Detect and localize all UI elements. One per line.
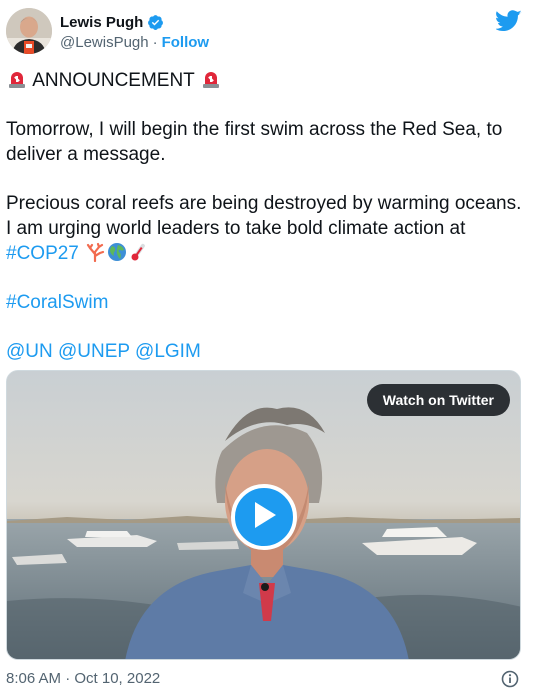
separator-dot: ·: [152, 34, 158, 51]
tweet-body: ANNOUNCEMENT Tomorrow, I will begin the …: [6, 68, 528, 364]
tweet-header: Lewis Pugh @LewisPugh · Follow: [6, 8, 526, 58]
announcement-line: ANNOUNCEMENT: [6, 68, 528, 93]
verified-badge-icon: [147, 14, 164, 31]
tweet-embed: Lewis Pugh @LewisPugh · Follow ANNOUNCEM…: [0, 0, 534, 700]
globe-icon: [107, 242, 127, 262]
info-icon[interactable]: [501, 670, 519, 688]
author-handle-row: @LewisPugh · Follow: [60, 34, 209, 51]
avatar[interactable]: [6, 8, 52, 54]
thermometer-icon: [129, 242, 149, 262]
mention-lgim[interactable]: @LGIM: [135, 341, 201, 362]
video-thumbnail[interactable]: Watch on Twitter: [6, 370, 521, 660]
rotating-light-icon: [7, 69, 27, 89]
coral-icon: [85, 242, 105, 263]
hashtag-cop27[interactable]: #COP27: [6, 243, 79, 264]
rotating-light-icon: [201, 69, 221, 89]
mention-unep[interactable]: @UNEP: [58, 341, 130, 362]
tweet-paragraph-2: Precious coral reefs are being destroyed…: [6, 191, 528, 266]
hashtag-coralswim[interactable]: #CoralSwim: [6, 292, 108, 313]
tweet-mentions: @UN @UNEP @LGIM: [6, 339, 528, 364]
tweet-footer: 8:06 AM · Oct 10, 2022: [6, 670, 521, 690]
tweet-paragraph-3: #CoralSwim: [6, 290, 528, 315]
watch-on-twitter-button[interactable]: Watch on Twitter: [366, 384, 510, 416]
play-icon: [250, 500, 278, 535]
twitter-bird-icon[interactable]: [495, 10, 522, 32]
author-handle[interactable]: @LewisPugh: [60, 34, 149, 51]
author-name-row: Lewis Pugh: [60, 14, 164, 31]
announcement-text: ANNOUNCEMENT: [32, 70, 195, 91]
tweet-paragraph-2-text: Precious coral reefs are being destroyed…: [6, 193, 522, 239]
tweet-paragraph-1: Tomorrow, I will begin the first swim ac…: [6, 119, 503, 165]
mention-un[interactable]: @UN: [6, 341, 53, 362]
follow-button[interactable]: Follow: [162, 34, 210, 51]
play-button[interactable]: [231, 484, 297, 550]
author-name[interactable]: Lewis Pugh: [60, 14, 143, 31]
tweet-timestamp[interactable]: 8:06 AM · Oct 10, 2022: [6, 670, 160, 687]
